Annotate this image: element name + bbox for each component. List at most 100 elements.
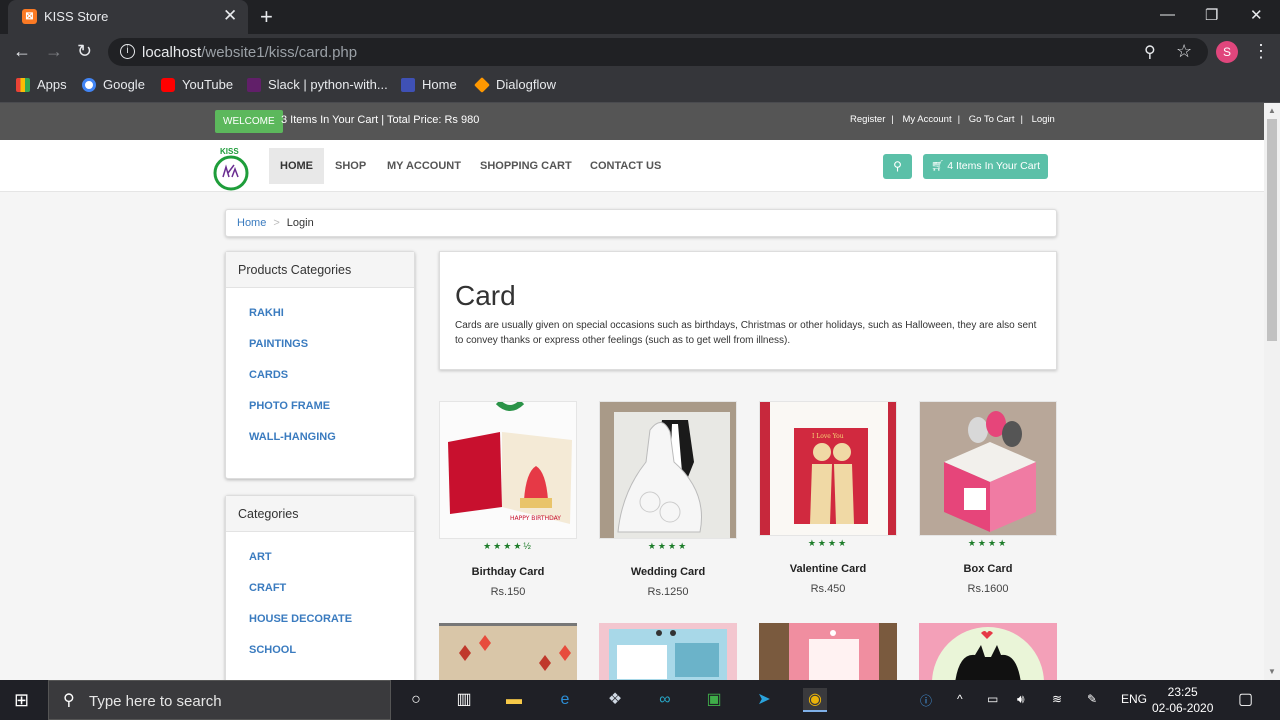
restore-icon[interactable]: ❐ (1205, 6, 1218, 24)
logo-emblem-icon (213, 155, 249, 191)
tab-close-icon[interactable]: ✕ (223, 6, 237, 26)
taskbar-search-box[interactable]: ⚲ Type here to search (48, 680, 391, 720)
file-explorer-icon[interactable]: ▬ (502, 688, 526, 712)
chrome-icon[interactable]: ◉ (803, 688, 827, 712)
pink-card-image (759, 623, 897, 680)
window-close-icon[interactable]: ✕ (1250, 6, 1263, 24)
new-tab-icon[interactable]: + (260, 4, 273, 30)
cortana-icon[interactable]: ○ (404, 688, 428, 712)
telegram-icon[interactable]: ➤ (752, 688, 776, 712)
arduino-icon[interactable]: ∞ (653, 688, 677, 712)
forward-icon[interactable]: → (45, 41, 63, 62)
category-link-school[interactable]: SCHOOL (226, 635, 414, 666)
profile-avatar[interactable]: S (1216, 41, 1238, 63)
browser-menu-icon[interactable]: ⋮ (1252, 41, 1270, 62)
birthday-card-image: HAPPY BIRTHDAY (440, 402, 576, 538)
scrapbook-card-image (599, 623, 737, 680)
page-scrollbar[interactable]: ▲ ▼ (1264, 103, 1280, 680)
browser-tab[interactable]: ⊠ KISS Store ✕ (8, 0, 248, 34)
search-button[interactable]: ⚲ (883, 154, 912, 179)
valentine-card-image: I Love You (760, 402, 896, 535)
volume-icon[interactable]: 🔊︎ (1017, 692, 1025, 707)
bookmark-slack[interactable]: Slack | python-with... (247, 77, 388, 92)
product-name[interactable]: Box Card (919, 563, 1057, 575)
product-card[interactable]: I Love You ★★★★ Valentine Card Rs.450 (759, 401, 897, 595)
reload-icon[interactable]: ↻ (77, 41, 92, 62)
breadcrumb-current: Login (286, 217, 314, 229)
product-image[interactable] (599, 623, 737, 680)
pen-icon[interactable]: ✎ (1087, 692, 1097, 706)
site-logo[interactable]: KISS (206, 147, 258, 191)
bookmark-dialogflow[interactable]: Dialogflow (474, 76, 556, 93)
register-link[interactable]: Register (850, 114, 885, 125)
scroll-down-icon[interactable]: ▼ (1268, 667, 1276, 676)
home-page-icon (401, 77, 415, 92)
notifications-icon[interactable]: ▢ (1238, 689, 1253, 709)
category-link-photo-frame[interactable]: PHOTO FRAME (226, 391, 414, 422)
product-image[interactable] (919, 401, 1057, 536)
bookmark-youtube[interactable]: YouTube (161, 77, 233, 92)
category-link-art[interactable]: ART (226, 542, 414, 573)
breadcrumb-home-link[interactable]: Home (237, 217, 266, 229)
bookmark-home[interactable]: Home (401, 77, 457, 92)
category-link-paintings[interactable]: PAINTINGS (226, 329, 414, 360)
product-image[interactable]: HAPPY BIRTHDAY (439, 401, 577, 539)
category-link-cards[interactable]: CARDS (226, 360, 414, 391)
category-link-rakhi[interactable]: RAKHI (226, 298, 414, 329)
nav-shopping-cart[interactable]: SHOPPING CART (469, 148, 583, 184)
go-to-cart-link[interactable]: Go To Cart (969, 114, 1015, 125)
rating-stars: ★★★★ (647, 541, 689, 551)
clock-time: 23:25 (1167, 685, 1198, 699)
product-name[interactable]: Wedding Card (599, 566, 737, 578)
category-link-house-decorate[interactable]: HOUSE DECORATE (226, 604, 414, 635)
edge-icon[interactable]: e (553, 688, 577, 712)
divider: | (957, 114, 961, 125)
scrollbar-thumb[interactable] (1267, 119, 1277, 341)
search-icon: ⚲ (893, 159, 902, 173)
product-image[interactable] (759, 623, 897, 680)
minimize-icon[interactable]: — (1160, 6, 1175, 23)
scroll-up-icon[interactable]: ▲ (1268, 106, 1276, 115)
product-image[interactable] (919, 623, 1057, 680)
photo-app-icon[interactable]: ▣ (702, 688, 726, 712)
nav-shop[interactable]: SHOP (324, 148, 377, 184)
category-link-craft[interactable]: CRAFT (226, 573, 414, 604)
products-categories-panel: Products Categories RAKHI PAINTINGS CARD… (225, 251, 415, 479)
language-indicator[interactable]: ENG (1121, 692, 1147, 706)
nav-my-account[interactable]: MY ACCOUNT (376, 148, 472, 184)
task-view-icon[interactable]: ▥ (452, 688, 476, 712)
nav-contact-us[interactable]: CONTACT US (579, 148, 672, 184)
dropbox-icon[interactable]: ❖ (603, 688, 627, 712)
back-icon[interactable]: ← (13, 41, 31, 62)
product-card[interactable]: ★★★★ Box Card Rs.1600 (919, 401, 1057, 595)
nav-home[interactable]: HOME (269, 148, 324, 184)
product-price: Rs.450 (810, 583, 846, 595)
product-image[interactable] (599, 401, 737, 539)
cart-button[interactable]: 🛒︎ 4 Items In Your Cart (923, 154, 1048, 179)
product-name[interactable]: Valentine Card (759, 563, 897, 575)
show-hidden-icons-icon[interactable]: ^ (957, 692, 963, 706)
login-link[interactable]: Login (1032, 114, 1055, 125)
product-image[interactable] (439, 623, 577, 680)
my-account-link[interactable]: My Account (902, 114, 951, 125)
divider: | (891, 114, 894, 125)
bookmark-star-icon[interactable]: ☆ (1176, 41, 1192, 62)
bookmark-apps[interactable]: Apps (16, 77, 67, 92)
product-card[interactable]: ★★★★ Wedding Card Rs.1250 (599, 401, 737, 598)
bookmark-google[interactable]: Google (82, 77, 145, 92)
help-icon[interactable]: ⓘ (920, 692, 932, 709)
product-image[interactable]: I Love You (759, 401, 897, 536)
product-card[interactable]: HAPPY BIRTHDAY ★★★★½ Birthday Card Rs.15… (439, 401, 577, 598)
windows-start-icon[interactable]: ⊞ (14, 690, 29, 711)
site-info-icon[interactable]: i (120, 44, 135, 59)
xampp-favicon-icon: ⊠ (22, 9, 37, 24)
url-text[interactable]: localhost/website1/kiss/card.php (142, 44, 357, 61)
category-link-wall-hanging[interactable]: WALL-HANGING (226, 422, 414, 453)
wifi-icon[interactable]: ≋ (1052, 692, 1062, 706)
zoom-icon[interactable]: ⚲ (1144, 42, 1156, 62)
product-name[interactable]: Birthday Card (439, 566, 577, 578)
address-bar[interactable]: i localhost/website1/kiss/card.php ⚲ ☆ (108, 38, 1208, 66)
apps-grid-icon (16, 77, 30, 92)
system-clock[interactable]: 23:25 02-06-2020 (1152, 684, 1213, 716)
battery-icon[interactable]: ▭ (987, 692, 998, 706)
